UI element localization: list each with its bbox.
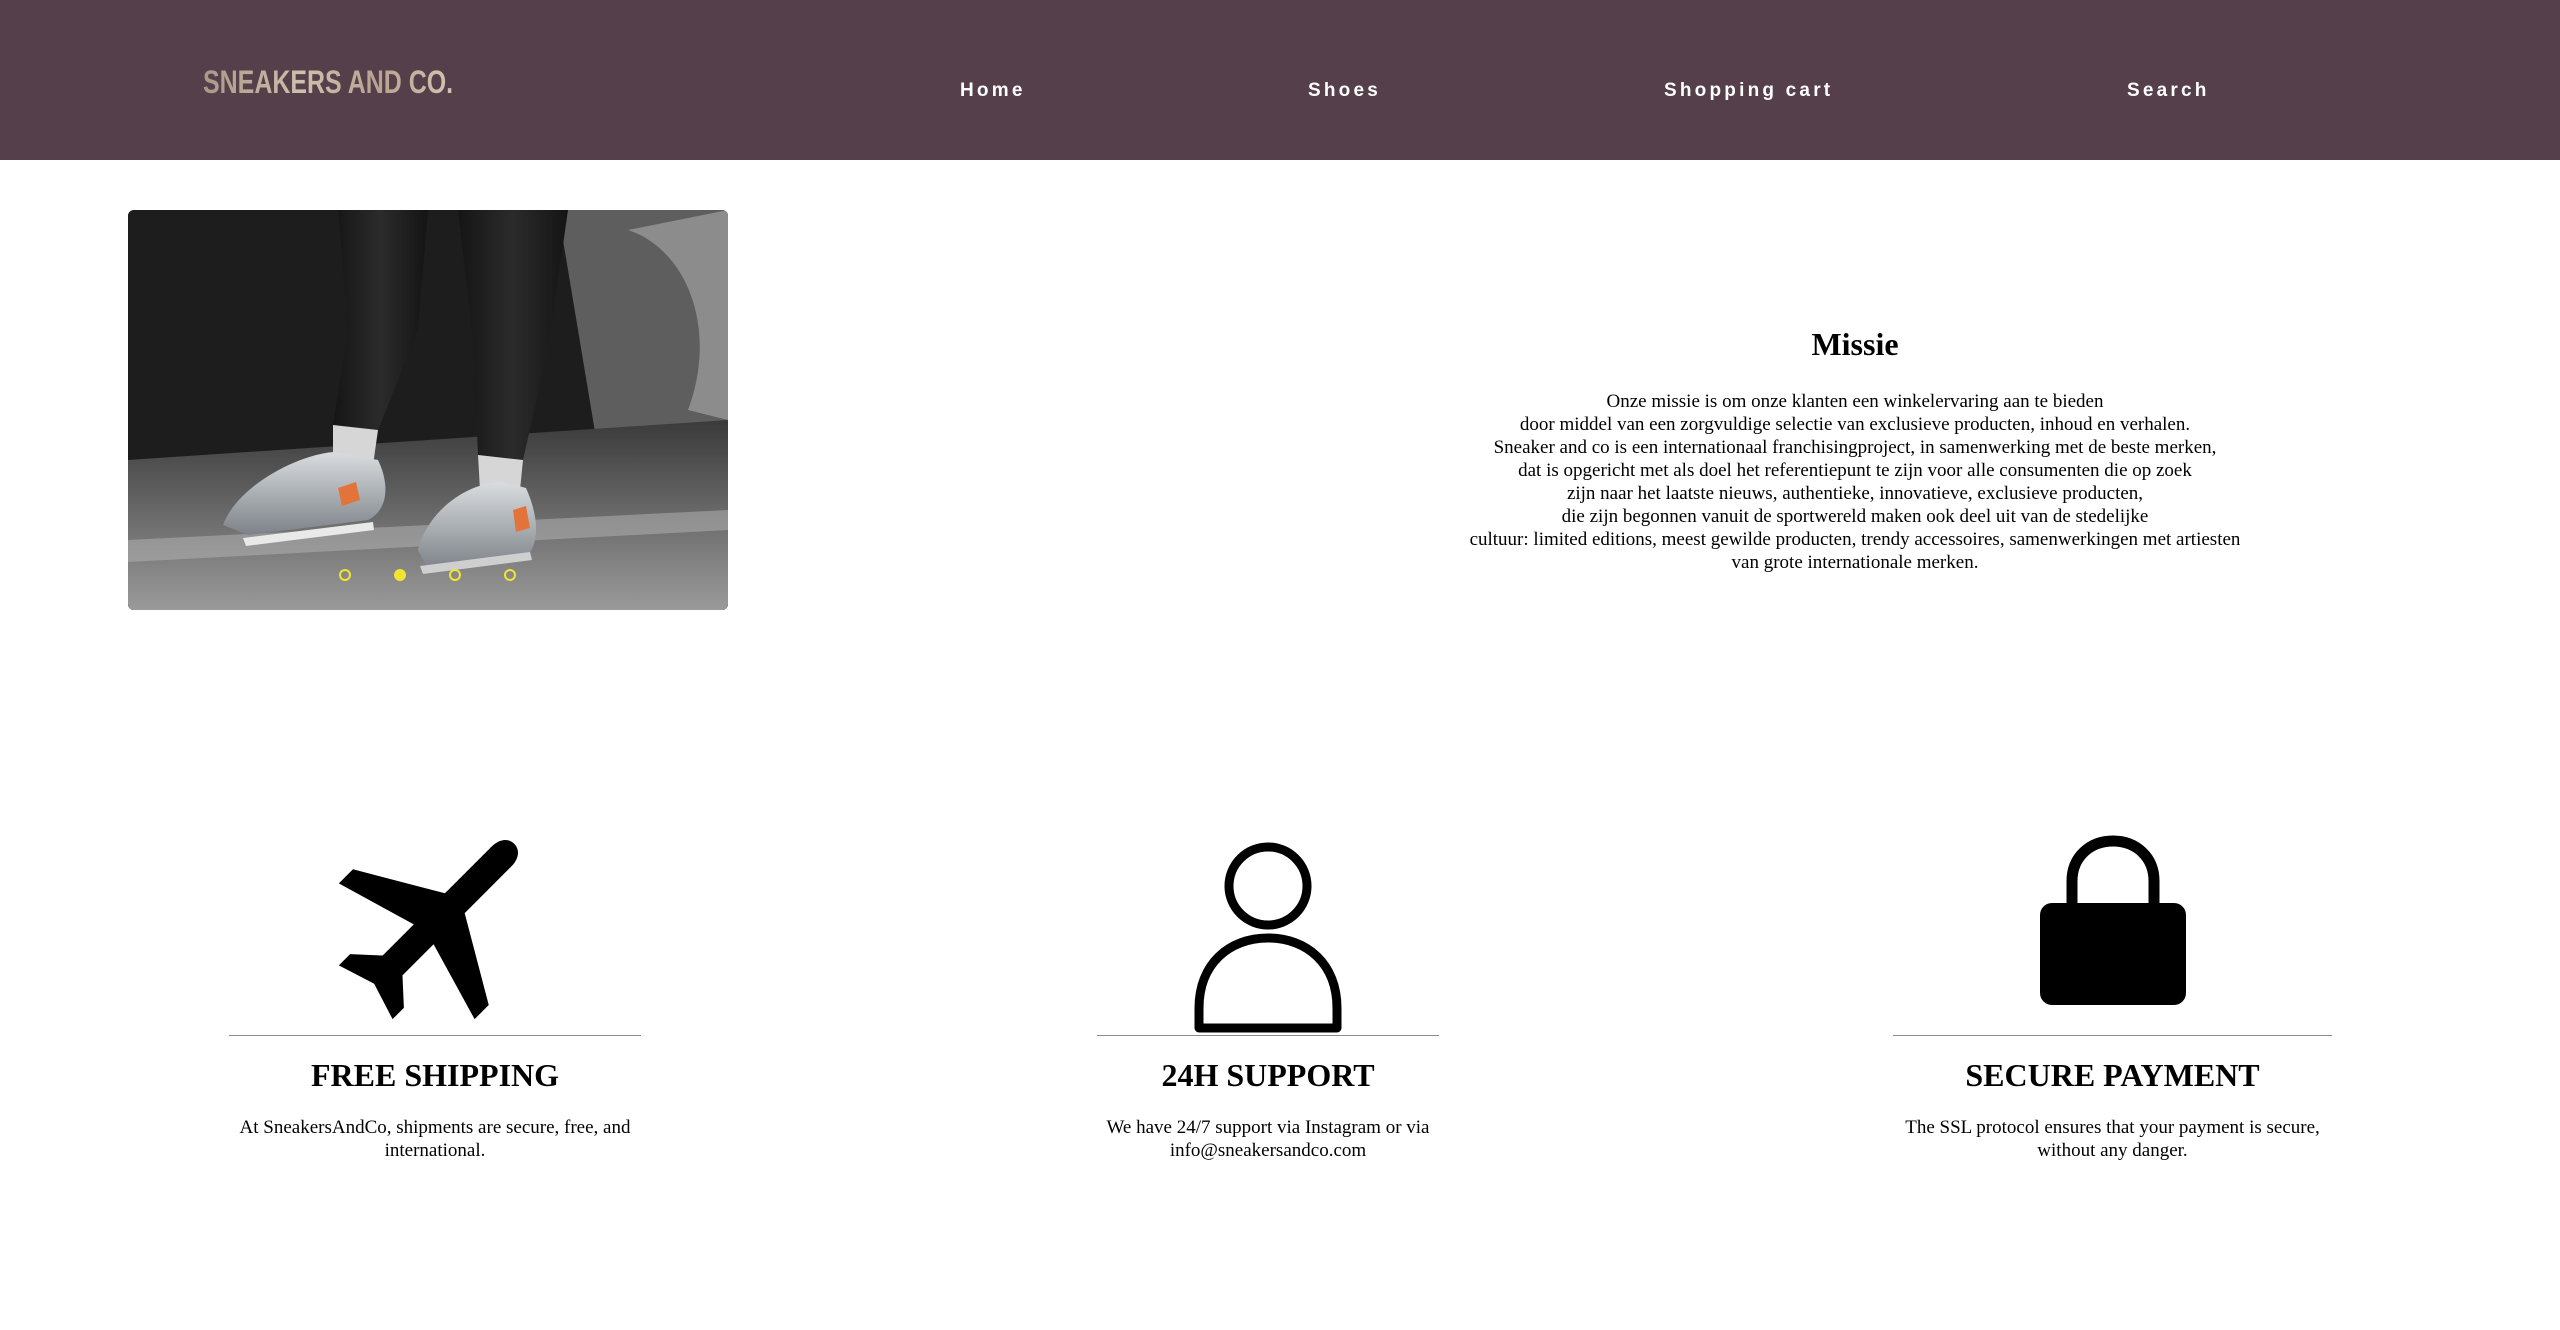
airplane-icon xyxy=(338,840,518,1020)
feature-title: 24H SUPPORT xyxy=(1161,1057,1375,1093)
feature-divider xyxy=(1097,1035,1439,1036)
slider-dot-1[interactable] xyxy=(339,569,351,581)
feature-description: The SSL protocol ensures that your payme… xyxy=(1905,1117,2320,1161)
slider-dots xyxy=(128,210,728,610)
site-header: SNEAKERS AND CO. Home Shoes Shopping car… xyxy=(0,0,2560,160)
mission-section: Missie Onze missie is om onze klanten ee… xyxy=(1400,320,2310,574)
feature-divider xyxy=(229,1035,641,1036)
nav-home-link[interactable]: Home xyxy=(960,80,1026,102)
feature-description: We have 24/7 support via Instagram or vi… xyxy=(1106,1117,1430,1161)
feature-shipping: FREE SHIPPING At SneakersAndCo, shipment… xyxy=(229,820,641,1170)
slider-dot-4[interactable] xyxy=(504,569,516,581)
feature-payment: SECURE PAYMENT The SSL protocol ensures … xyxy=(1893,820,2332,1170)
slider-dot-3[interactable] xyxy=(449,569,461,581)
slider-dot-2[interactable] xyxy=(394,569,406,581)
mission-text: Onze missie is om onze klanten een winke… xyxy=(1400,390,2310,574)
hero-image-slider[interactable] xyxy=(128,210,728,610)
user-icon xyxy=(1194,842,1342,1033)
feature-description: At SneakersAndCo, shipments are secure, … xyxy=(239,1117,631,1161)
feature-title: FREE SHIPPING xyxy=(310,1057,560,1093)
mission-title: Missie xyxy=(1811,326,1899,362)
mission-line: door middel van een zorgvuldige selectie… xyxy=(1519,414,2191,435)
mission-line: Onze missie is om onze klanten een winke… xyxy=(1606,391,2104,412)
nav-search-link[interactable]: Search xyxy=(2127,80,2210,102)
mission-line: dat is opgericht met als doel het refere… xyxy=(1518,460,2192,481)
mission-line: die zijn begonnen vanuit de sportwereld … xyxy=(1561,506,2149,527)
nav-shoes-link[interactable]: Shoes xyxy=(1308,80,1381,102)
feature-title: SECURE PAYMENT xyxy=(1965,1057,2260,1093)
nav-shopping-cart-link[interactable]: Shopping cart xyxy=(1664,80,1833,102)
mission-line: zijn naar het laatste nieuws, authentiek… xyxy=(1566,483,2144,504)
feature-support: 24H SUPPORT We have 24/7 support via Ins… xyxy=(1097,820,1439,1170)
brand-logo[interactable]: SNEAKERS AND CO. xyxy=(203,64,453,101)
lock-icon xyxy=(2040,835,2186,1005)
mission-line: van grote internationale merken. xyxy=(1731,552,1979,573)
feature-divider xyxy=(1893,1035,2332,1036)
mission-line: cultuur: limited editions, meest gewilde… xyxy=(1469,529,2241,550)
mission-line: Sneaker and co is een internationaal fra… xyxy=(1493,437,2217,458)
